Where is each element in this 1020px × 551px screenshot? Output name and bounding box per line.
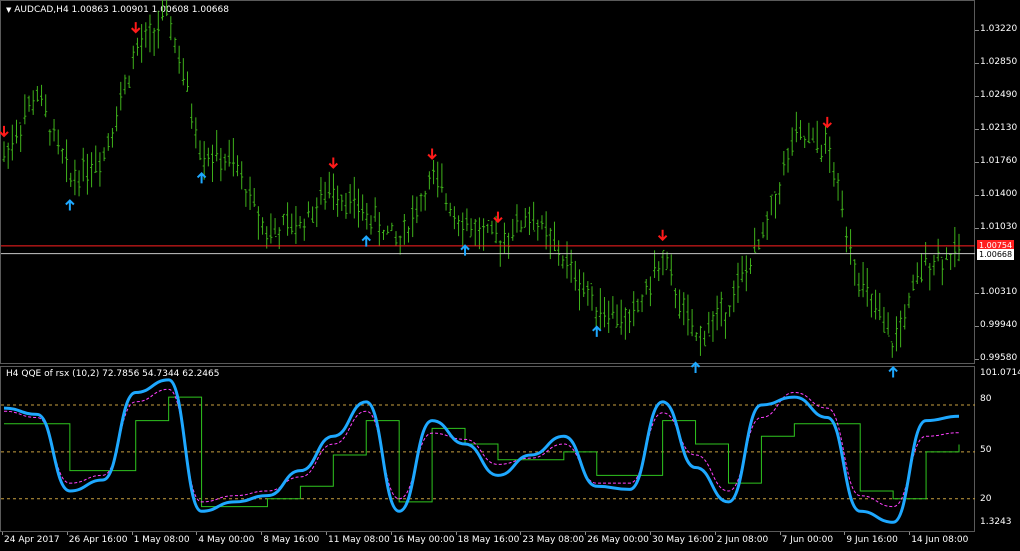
indicator-level-80: 80 (980, 394, 992, 404)
time-tick-label: 1 May 08:00 (133, 535, 190, 545)
time-tick-label: 30 May 16:00 (652, 535, 714, 545)
price-tick-label: 1.02850 (980, 57, 1018, 68)
time-tick-label: 16 May 00:00 (392, 535, 455, 545)
time-tick-label: 7 Jun 00:00 (781, 535, 834, 545)
time-tick-label: 26 Apr 16:00 (68, 535, 128, 545)
bid-price-label: 1.00668 (977, 248, 1015, 260)
price-tick-mark (975, 30, 979, 31)
price-axis: 1.03220 1.02850 1.02490 1.02130 1.01760 1.014… (975, 0, 1020, 364)
time-tick-label: 4 May 00:00 (198, 535, 255, 545)
indicator-axis: 101.0714 80 50 20 1.3243 (975, 366, 1020, 532)
time-tick-mark (520, 532, 522, 535)
time-tick-mark (326, 532, 327, 535)
price-tick-label: 1.01760 (980, 155, 1018, 166)
price-tick-label: 1.00310 (980, 287, 1018, 298)
price-tick-mark (975, 293, 979, 295)
buy-arrow-icon (888, 366, 898, 378)
chart-canvas (0, 0, 975, 524)
time-tick-label: 9 Jun 16:00 (846, 535, 898, 545)
time-tick-mark (390, 532, 392, 535)
price-tick-label: 1.03220 (980, 24, 1018, 34)
price-tick-mark (975, 194, 979, 196)
sell-arrow-icon (822, 116, 832, 129)
time-tick-label: 26 May 00:00 (587, 535, 649, 545)
sell-arrow-icon (657, 229, 668, 242)
time-tick-mark (714, 532, 716, 535)
time-tick-mark (131, 532, 133, 535)
time-tick-mark (2, 532, 3, 535)
indicator-level-20: 20 (980, 494, 992, 504)
time-tick-mark (779, 532, 781, 535)
price-tick-mark (975, 326, 979, 328)
sell-arrow-icon (427, 148, 437, 160)
time-tick-mark (261, 532, 263, 535)
time-tick-mark (650, 532, 651, 535)
price-tick-label: 1.01400 (980, 188, 1018, 199)
price-tick-label: 1.01030 (980, 221, 1018, 232)
time-tick-label: 18 May 16:00 (457, 535, 520, 545)
time-tick-label: 2 Jun 08:00 (716, 535, 769, 545)
buy-arrow-icon (460, 244, 470, 256)
time-tick-mark (844, 532, 846, 535)
time-tick-mark (585, 532, 587, 535)
price-tick-mark (975, 95, 979, 97)
price-tick-label: 0.99940 (980, 320, 1018, 331)
price-tick-label: 1.02130 (980, 122, 1018, 133)
buy-arrow-icon (361, 235, 371, 247)
indicator-max-label: 101.0714 (980, 368, 1020, 378)
indicator-min-label: 1.3243 (980, 517, 1012, 527)
time-tick-label: 14 Jun 08:00 (911, 535, 969, 545)
price-tick-mark (975, 359, 979, 360)
sell-arrow-icon (328, 157, 339, 169)
indicator-level-50: 50 (980, 445, 992, 455)
sell-arrow-icon (131, 22, 141, 34)
sell-arrow-icon (0, 125, 9, 138)
buy-arrow-icon (592, 325, 602, 337)
buy-arrow-icon (690, 361, 701, 373)
price-tick-mark (975, 227, 979, 229)
time-tick-mark (196, 532, 198, 535)
time-tick-label: 24 Apr 2017 (4, 535, 60, 545)
time-tick-mark (909, 532, 911, 535)
sell-arrow-icon (493, 211, 503, 224)
time-tick-mark (455, 532, 457, 535)
price-tick-mark (975, 161, 979, 163)
time-tick-mark (66, 532, 68, 535)
buy-arrow-icon (65, 199, 75, 211)
price-tick-mark (975, 128, 979, 130)
time-tick-label: 11 May 08:00 (328, 535, 390, 545)
time-tick-label: 8 May 16:00 (263, 535, 320, 545)
price-tick-label: 1.02490 (980, 89, 1018, 100)
time-tick-label: 23 May 08:00 (522, 535, 585, 545)
qqe-signal-line (3, 388, 960, 508)
price-tick-label: 0.99580 (980, 353, 1018, 363)
price-tick-mark (975, 63, 979, 65)
